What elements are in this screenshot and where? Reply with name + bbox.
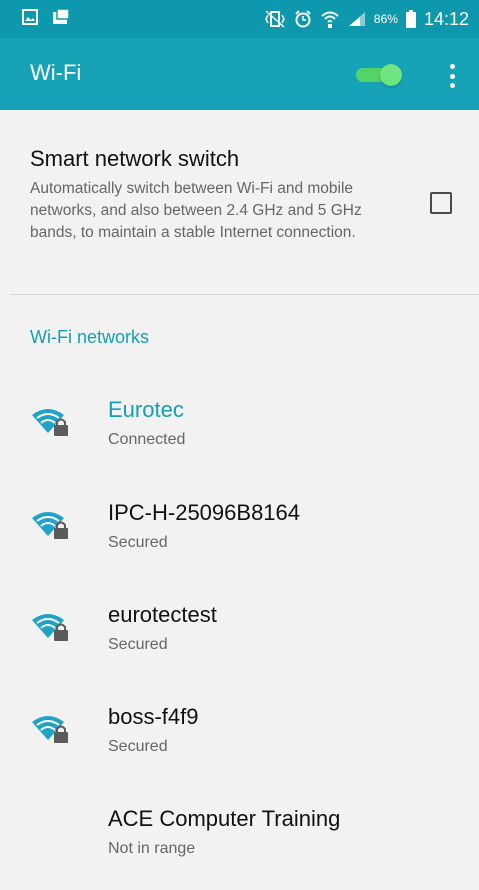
network-name: ACE Computer Training	[108, 806, 341, 831]
network-status: Secured	[108, 636, 168, 653]
wifi-networks-header: Wi-Fi networks	[30, 327, 150, 347]
network-item-eurotectest[interactable]: eurotectest Secured	[0, 586, 479, 686]
network-name: Eurotec	[108, 397, 184, 422]
screenshot-icon	[53, 9, 70, 24]
smart-network-switch-title: Smart network switch	[30, 146, 240, 171]
wifi-lock-icon	[32, 409, 68, 436]
network-name: boss-f4f9	[108, 704, 199, 729]
status-time: 14:12	[423, 8, 469, 29]
status-bar: 86% 14:12	[0, 0, 479, 38]
smart-network-switch-checkbox[interactable]	[430, 192, 452, 214]
network-item-ipc[interactable]: IPC-H-25096B8164 Secured	[0, 484, 479, 584]
app-bar: Wi-Fi	[0, 38, 479, 110]
network-status: Secured	[108, 534, 168, 551]
page-title: Wi-Fi	[30, 60, 82, 85]
wifi-lock-icon	[32, 614, 68, 641]
network-name: eurotectest	[108, 602, 217, 627]
smart-network-switch-row[interactable]: Smart network switch Automatically switc…	[0, 110, 479, 294]
wifi-lock-icon	[32, 512, 68, 539]
network-status: Connected	[108, 431, 186, 448]
alarm-icon	[295, 10, 311, 28]
toggle-thumb	[380, 64, 402, 86]
network-item-eurotec[interactable]: Eurotec Connected	[0, 381, 479, 481]
network-item-boss[interactable]: boss-f4f9 Secured	[0, 688, 479, 788]
network-item-ace[interactable]: ACE Computer Training Not in range	[0, 790, 479, 890]
wifi-lock-icon	[32, 716, 68, 743]
smart-network-switch-description: Automatically switch between Wi-Fi and m…	[30, 180, 362, 241]
battery-percent: 86%	[373, 12, 398, 26]
battery-icon	[405, 10, 416, 28]
wifi-status-icon	[321, 11, 339, 28]
network-status: Not in range	[108, 840, 196, 857]
vibrate-icon	[265, 10, 285, 28]
signal-icon	[348, 12, 365, 26]
wifi-toggle[interactable]	[354, 64, 402, 86]
gallery-icon	[22, 9, 38, 25]
more-vert-icon[interactable]	[446, 64, 458, 88]
divider	[10, 294, 479, 295]
network-status: Secured	[108, 738, 168, 755]
network-name: IPC-H-25096B8164	[108, 500, 301, 525]
